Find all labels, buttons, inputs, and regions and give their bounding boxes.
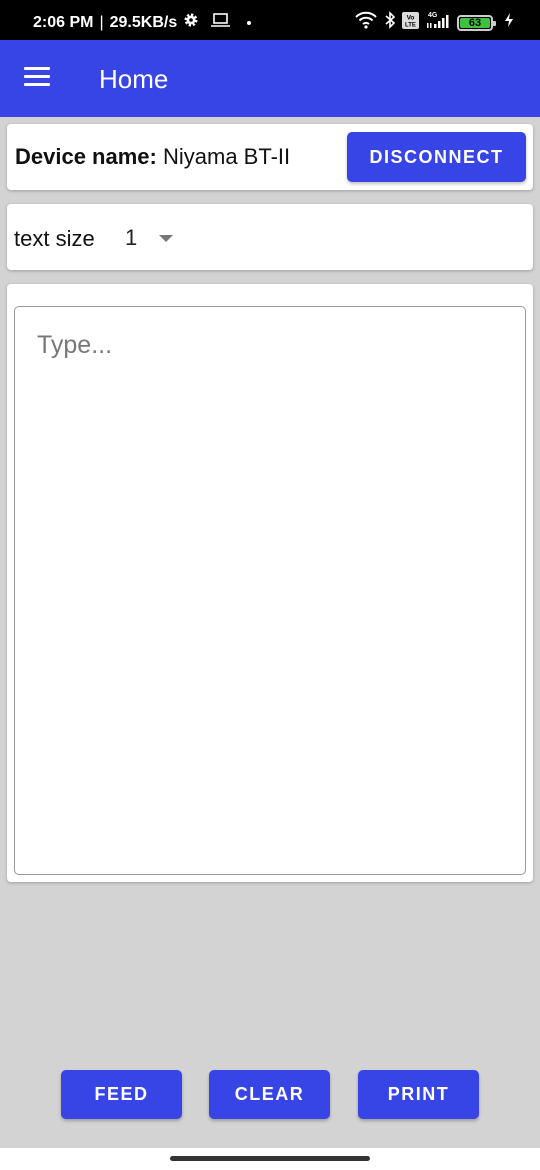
battery-icon: 63 (457, 14, 496, 31)
status-bar: 2:06 PM | 29.5KB/s Vo LTE 4G 63 (0, 0, 540, 40)
gear-icon (183, 12, 199, 33)
hamburger-menu-icon[interactable] (24, 67, 52, 89)
editor-card (7, 284, 533, 882)
disconnect-button[interactable]: DISCONNECT (347, 132, 526, 182)
text-size-label: text size (14, 226, 95, 251)
device-info: Device name: Niyama BT-II (15, 144, 290, 170)
charging-icon (504, 12, 514, 33)
svg-text:Vo: Vo (407, 14, 415, 21)
svg-text:LTE: LTE (405, 22, 416, 28)
page-title: Home (99, 64, 169, 94)
signal-4g-icon: 4G (426, 11, 450, 34)
home-indicator[interactable] (170, 1156, 370, 1161)
text-size-dropdown[interactable]: 1 (125, 222, 174, 254)
laptop-icon (211, 12, 231, 33)
network-speed: 29.5KB/s (109, 13, 178, 31)
svg-text:4G: 4G (428, 12, 438, 19)
bluetooth-icon (385, 11, 396, 34)
dot-icon (247, 20, 252, 25)
device-name-label: Device name: (15, 144, 157, 169)
status-bar-right: Vo LTE 4G 63 (354, 11, 514, 34)
feed-button[interactable]: FEED (61, 1070, 182, 1119)
print-button[interactable]: PRINT (358, 1070, 479, 1119)
wifi-icon (354, 11, 378, 34)
volte-icon: Vo LTE (402, 11, 419, 34)
clock: 2:06 PM (33, 13, 94, 31)
print-text-input[interactable] (14, 306, 526, 875)
device-card: Device name: Niyama BT-II DISCONNECT (7, 124, 533, 190)
chevron-down-icon (159, 234, 174, 242)
separator: | (99, 13, 104, 31)
app-bar: Home (0, 40, 540, 117)
battery-level: 63 (460, 17, 490, 29)
text-size-card: text size 1 (7, 204, 533, 270)
navigation-bar (0, 1148, 540, 1170)
status-bar-left: 2:06 PM | 29.5KB/s (33, 12, 252, 33)
device-name-value: Niyama BT-II (162, 144, 291, 169)
clear-button[interactable]: CLEAR (209, 1070, 330, 1119)
text-size-value: 1 (125, 225, 138, 250)
